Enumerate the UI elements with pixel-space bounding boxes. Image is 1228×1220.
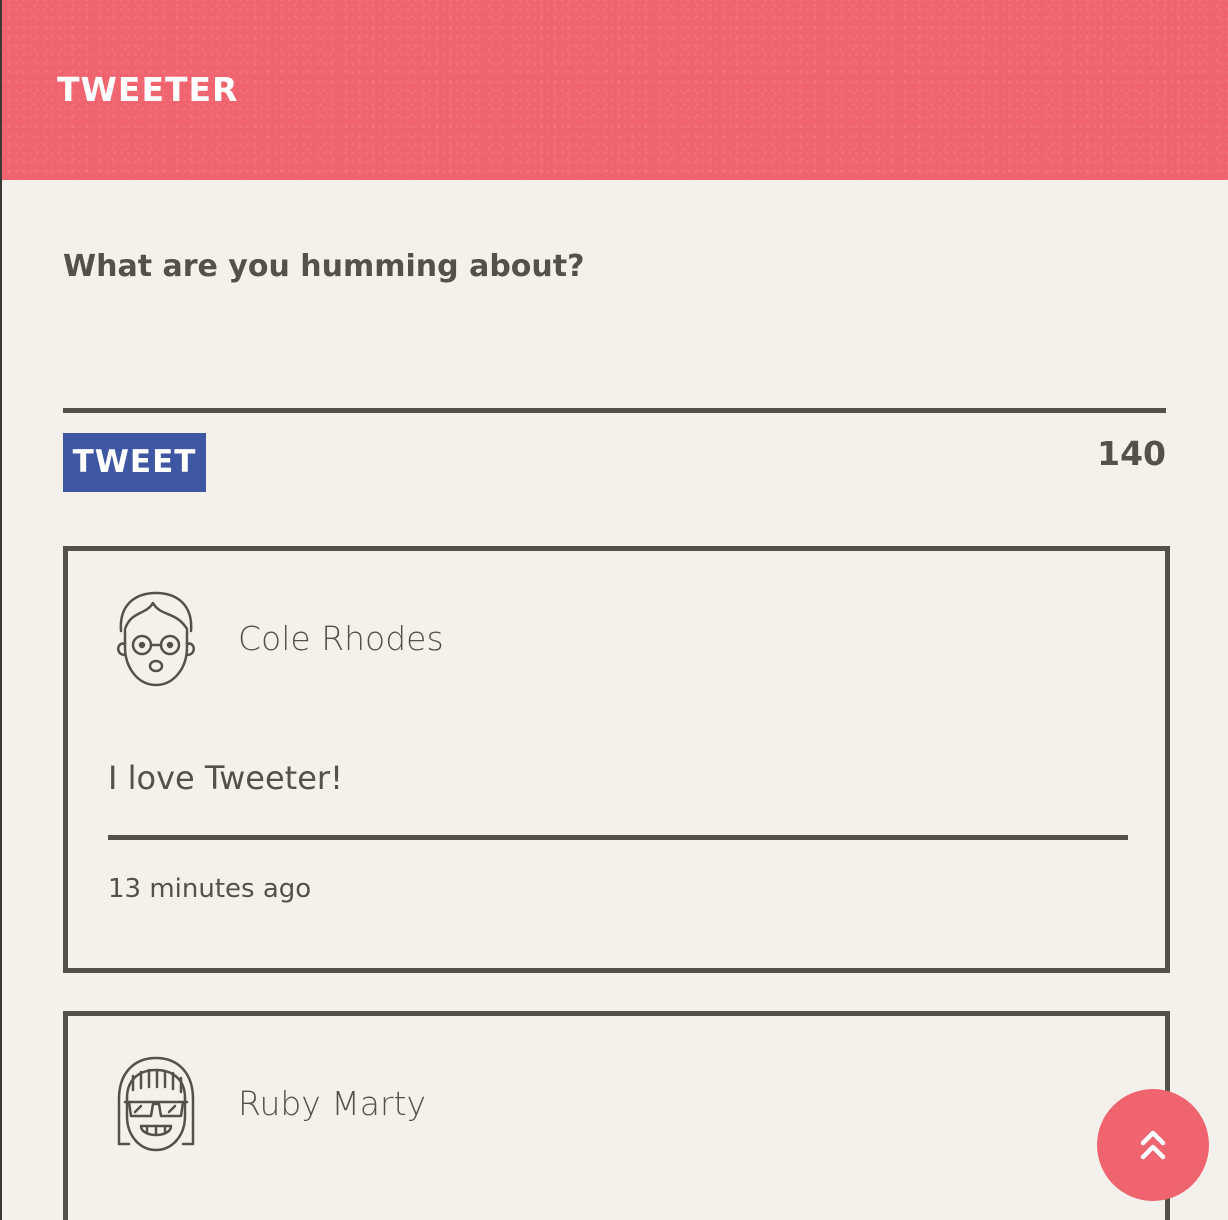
character-counter: 140	[1097, 434, 1166, 473]
tweet-divider	[108, 835, 1128, 840]
tweet-card: Cole Rhodes I love Tweeter! 13 minutes a…	[63, 546, 1170, 973]
brand-logo[interactable]: TWEETER	[57, 70, 238, 110]
tweet-submit-button[interactable]: TWEET	[63, 433, 206, 492]
scroll-to-top-button[interactable]	[1097, 1089, 1209, 1201]
compose-prompt: What are you humming about?	[63, 249, 585, 284]
tweet-text: I love Tweeter!	[108, 759, 343, 797]
tweet-timestamp: 13 minutes ago	[108, 874, 312, 904]
tweet-author-name[interactable]: Cole Rhodes	[238, 617, 444, 661]
tweet-card: Ruby Marty	[63, 1011, 1170, 1220]
site-header: TWEETER	[2, 0, 1228, 180]
page-left-border	[0, 0, 2, 1220]
sunglasses-face-avatar-icon	[111, 1054, 201, 1154]
double-chevron-up-icon	[1140, 1130, 1166, 1160]
glasses-face-avatar-icon	[111, 589, 201, 689]
tweet-textarea[interactable]	[63, 300, 1166, 413]
tweet-author-name[interactable]: Ruby Marty	[238, 1082, 426, 1126]
